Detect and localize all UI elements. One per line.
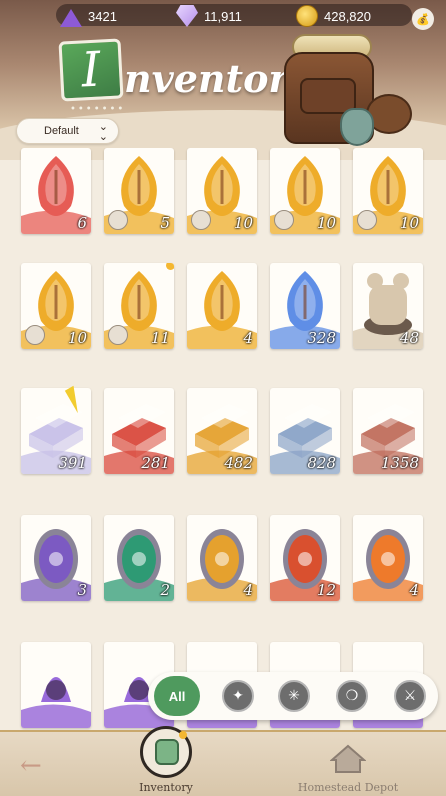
item-card[interactable]: 10 <box>270 148 340 234</box>
item-count: 3 <box>77 581 87 599</box>
currency-gold[interactable]: 428,820 <box>296 4 371 28</box>
currency-diamonds-value: 11,911 <box>204 8 242 24</box>
item-count: 4 <box>243 329 253 347</box>
item-card[interactable]: 4 <box>187 515 257 601</box>
item-count: 391 <box>58 454 87 472</box>
sort-dropdown[interactable]: Default ⌄ ⌄ <box>16 118 119 144</box>
category-filter-bar: All ✦ ✳ ❍ ⚔ <box>148 672 438 720</box>
filter-sword-icon[interactable]: ⚔ <box>394 680 426 712</box>
currency-shards-value: 3421 <box>88 8 117 24</box>
item-count: 4 <box>409 581 419 599</box>
item-card[interactable]: 3 <box>21 515 91 601</box>
character-badge-icon <box>191 210 211 230</box>
item-card[interactable]: 4 <box>187 263 257 349</box>
item-count: 5 <box>160 214 170 232</box>
house-icon <box>330 744 366 773</box>
item-count: 482 <box>224 454 253 472</box>
character-badge-icon <box>357 210 377 230</box>
character-badge-icon <box>274 210 294 230</box>
item-count: 6 <box>77 214 87 232</box>
item-card[interactable]: 328 <box>270 263 340 349</box>
item-count: 2 <box>160 581 170 599</box>
title-initial-badge: I <box>58 38 124 102</box>
inventory-grid: 6 5 10 10 10 10 11 4 328 48 391 281 482 828 1358 3 2 4 12 4 <box>0 148 446 730</box>
item-card[interactable]: 482 <box>187 388 257 474</box>
filter-compass-rose-icon[interactable]: ✳ <box>278 680 310 712</box>
item-count: 10 <box>67 329 87 347</box>
item-card[interactable]: 5 <box>104 148 174 234</box>
item-card[interactable]: 10 <box>353 148 423 234</box>
item-count: 11 <box>150 329 170 347</box>
character-badge-icon <box>25 325 45 345</box>
item-card[interactable]: 48 <box>353 263 423 349</box>
money-bag-button[interactable]: 💰 <box>412 8 434 30</box>
filter-blade-icon[interactable]: ✦ <box>222 680 254 712</box>
notification-dot <box>166 263 174 270</box>
item-card[interactable]: 12 <box>270 515 340 601</box>
diamond-icon <box>176 5 198 27</box>
backpack-icon <box>155 739 179 765</box>
character-badge-icon <box>108 210 128 230</box>
notification-dot <box>179 731 187 739</box>
item-card[interactable]: 6 <box>21 148 91 234</box>
filter-compass-icon[interactable]: ❍ <box>336 680 368 712</box>
character-badge-icon <box>108 325 128 345</box>
currency-gold-value: 428,820 <box>324 8 371 24</box>
item-card[interactable]: 281 <box>104 388 174 474</box>
item-card[interactable] <box>21 642 91 728</box>
money-bag-icon: 💰 <box>416 12 430 26</box>
nav-depot-label: Homestead Depot <box>297 781 399 794</box>
item-card[interactable]: 4 <box>353 515 423 601</box>
gold-coin-icon <box>296 5 318 27</box>
purple-shard-icon <box>60 5 82 27</box>
item-card[interactable]: 2 <box>104 515 174 601</box>
inventory-tab-ring <box>140 726 192 778</box>
item-icon <box>21 677 91 728</box>
nav-homestead-depot-tab[interactable]: Homestead Depot <box>296 740 400 796</box>
item-count: 328 <box>307 329 336 347</box>
item-count: 1358 <box>380 454 419 472</box>
item-card[interactable]: 11 <box>104 263 174 349</box>
item-card[interactable]: 1358 <box>353 388 423 474</box>
filter-all-button[interactable]: All <box>154 676 200 716</box>
currency-diamonds[interactable]: 11,911 <box>176 4 242 28</box>
nav-inventory-tab[interactable]: Inventory <box>126 726 206 796</box>
item-count: 828 <box>307 454 336 472</box>
back-arrow-icon[interactable]: ← <box>20 753 42 779</box>
title-dots: ••••••• <box>70 104 126 115</box>
item-count: 4 <box>243 581 253 599</box>
double-chevron-down-icon: ⌄ ⌄ <box>98 120 108 143</box>
item-count: 12 <box>316 581 336 599</box>
item-count: 10 <box>399 214 419 232</box>
nav-inventory-label: Inventory <box>139 781 193 794</box>
sort-dropdown-label: Default <box>44 125 79 137</box>
item-count: 10 <box>233 214 253 232</box>
currency-shards[interactable]: 3421 <box>60 4 117 28</box>
item-count: 281 <box>141 454 170 472</box>
item-count: 48 <box>399 329 419 347</box>
pouch-illustration <box>340 108 374 146</box>
item-card[interactable]: 10 <box>21 263 91 349</box>
item-card[interactable]: 10 <box>187 148 257 234</box>
item-count: 10 <box>316 214 336 232</box>
item-card[interactable]: 828 <box>270 388 340 474</box>
